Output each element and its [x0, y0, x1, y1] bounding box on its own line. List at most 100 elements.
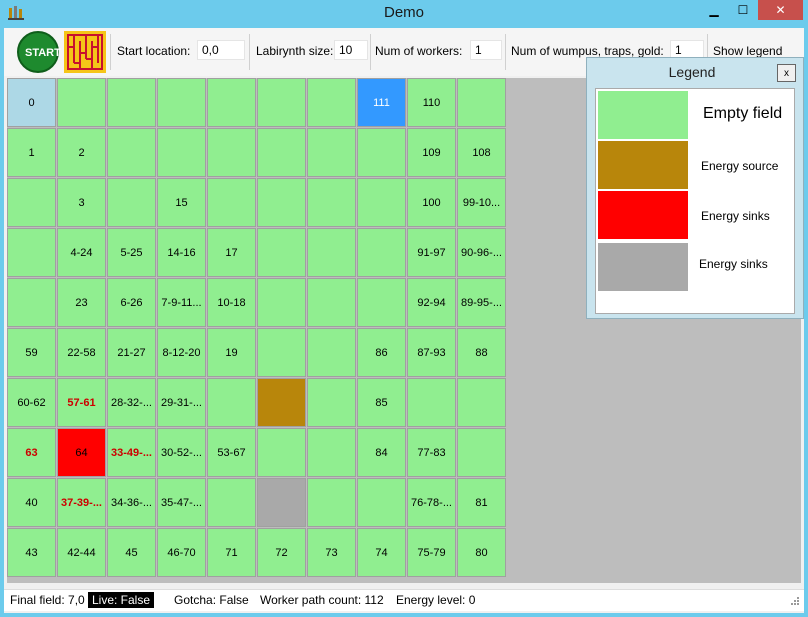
grid-cell[interactable]: 35-47-... — [157, 478, 206, 527]
show-legend-button[interactable]: Show legend — [713, 44, 782, 58]
grid-cell[interactable]: 75-79 — [407, 528, 456, 577]
grid-cell[interactable] — [357, 178, 406, 227]
grid-cell[interactable]: 91-97 — [407, 228, 456, 277]
grid-cell[interactable]: 108 — [457, 128, 506, 177]
close-button[interactable]: ✕ — [758, 0, 803, 20]
maximize-button[interactable]: ☐ — [729, 0, 757, 20]
grid-cell[interactable]: 43 — [7, 528, 56, 577]
grid-cell[interactable]: 14-16 — [157, 228, 206, 277]
grid-cell[interactable]: 85 — [357, 378, 406, 427]
grid-cell[interactable]: 99-10... — [457, 178, 506, 227]
grid-cell[interactable] — [357, 278, 406, 327]
grid-cell[interactable]: 2 — [57, 128, 106, 177]
grid-cell[interactable]: 86 — [357, 328, 406, 377]
grid-cell[interactable]: 81 — [457, 478, 506, 527]
grid-cell[interactable]: 40 — [7, 478, 56, 527]
grid-cell[interactable] — [257, 128, 306, 177]
grid-cell[interactable]: 15 — [157, 178, 206, 227]
grid-cell[interactable] — [257, 228, 306, 277]
grid-cell[interactable]: 80 — [457, 528, 506, 577]
grid-cell[interactable]: 100 — [407, 178, 456, 227]
maze-icon[interactable] — [64, 31, 106, 73]
grid-cell[interactable]: 63 — [7, 428, 56, 477]
grid-cell[interactable]: 21-27 — [107, 328, 156, 377]
grid-cell[interactable] — [307, 178, 356, 227]
legend-close-button[interactable]: x — [777, 64, 796, 82]
grid-cell[interactable] — [157, 78, 206, 127]
grid-cell[interactable]: 71 — [207, 528, 256, 577]
grid-cell[interactable]: 110 — [407, 78, 456, 127]
grid-cell[interactable]: 28-32-... — [107, 378, 156, 427]
grid-cell[interactable]: 10-18 — [207, 278, 256, 327]
grid-cell[interactable]: 8-12-20 — [157, 328, 206, 377]
grid-cell[interactable] — [207, 128, 256, 177]
grid-cell[interactable] — [357, 478, 406, 527]
grid-cell[interactable]: 30-52-... — [157, 428, 206, 477]
resize-grip-icon[interactable] — [788, 594, 800, 606]
grid-cell[interactable]: 88 — [457, 328, 506, 377]
minimize-button[interactable]: ▁ — [700, 0, 728, 20]
start-location-input[interactable] — [197, 40, 245, 60]
grid-cell[interactable]: 45 — [107, 528, 156, 577]
num-workers-input[interactable] — [470, 40, 502, 60]
grid-cell[interactable] — [307, 428, 356, 477]
grid-cell[interactable] — [7, 178, 56, 227]
title-bar[interactable]: Demo ▁ ☐ ✕ — [0, 0, 808, 28]
grid-cell[interactable]: 74 — [357, 528, 406, 577]
grid-cell[interactable]: 89-95-... — [457, 278, 506, 327]
grid-cell[interactable] — [307, 478, 356, 527]
grid-cell[interactable]: 4-24 — [57, 228, 106, 277]
grid-cell[interactable]: 6-26 — [107, 278, 156, 327]
grid-cell[interactable]: 19 — [207, 328, 256, 377]
grid-cell[interactable] — [307, 228, 356, 277]
grid-cell[interactable] — [257, 278, 306, 327]
grid-cell[interactable] — [307, 128, 356, 177]
grid-cell[interactable]: 46-70 — [157, 528, 206, 577]
grid-cell[interactable]: 0 — [7, 78, 56, 127]
grid-cell[interactable] — [357, 128, 406, 177]
grid-cell[interactable]: 23 — [57, 278, 106, 327]
grid-cell[interactable] — [207, 378, 256, 427]
grid-cell[interactable]: 7-9-11... — [157, 278, 206, 327]
grid-cell[interactable]: 17 — [207, 228, 256, 277]
grid-cell[interactable]: 90-96-... — [457, 228, 506, 277]
grid-cell[interactable]: 59 — [7, 328, 56, 377]
grid-cell[interactable]: 22-58 — [57, 328, 106, 377]
grid-cell[interactable] — [257, 78, 306, 127]
grid-cell[interactable] — [7, 278, 56, 327]
grid-cell[interactable]: 72 — [257, 528, 306, 577]
grid-cell[interactable] — [307, 378, 356, 427]
grid-cell[interactable] — [457, 428, 506, 477]
grid-cell[interactable] — [307, 278, 356, 327]
grid-cell[interactable] — [257, 328, 306, 377]
grid-cell[interactable] — [407, 378, 456, 427]
grid-cell[interactable]: 53-67 — [207, 428, 256, 477]
grid-cell[interactable] — [457, 378, 506, 427]
grid-cell[interactable]: 34-36-... — [107, 478, 156, 527]
grid-cell[interactable] — [457, 78, 506, 127]
grid-cell[interactable]: 1 — [7, 128, 56, 177]
grid-cell[interactable] — [7, 228, 56, 277]
grid-cell[interactable]: 87-93 — [407, 328, 456, 377]
grid-cell[interactable]: 109 — [407, 128, 456, 177]
labyrinth-size-input[interactable] — [334, 40, 368, 60]
grid-cell[interactable]: 3 — [57, 178, 106, 227]
grid-cell[interactable] — [107, 78, 156, 127]
grid-cell[interactable] — [207, 178, 256, 227]
grid-cell[interactable]: 76-78-... — [407, 478, 456, 527]
grid-cell[interactable]: 29-31-... — [157, 378, 206, 427]
grid-cell[interactable]: 111 — [357, 78, 406, 127]
grid-cell[interactable]: 64 — [57, 428, 106, 477]
grid-cell[interactable] — [107, 128, 156, 177]
grid-cell[interactable] — [157, 128, 206, 177]
grid-cell[interactable] — [207, 478, 256, 527]
grid-cell[interactable] — [357, 228, 406, 277]
grid-cell[interactable] — [207, 78, 256, 127]
grid-cell[interactable] — [107, 178, 156, 227]
grid-cell[interactable]: 42-44 — [57, 528, 106, 577]
grid-cell[interactable]: 77-83 — [407, 428, 456, 477]
grid-cell[interactable]: 60-62 — [7, 378, 56, 427]
grid-cell[interactable] — [57, 78, 106, 127]
grid-cell[interactable]: 92-94 — [407, 278, 456, 327]
grid-cell[interactable]: 57-61 — [57, 378, 106, 427]
